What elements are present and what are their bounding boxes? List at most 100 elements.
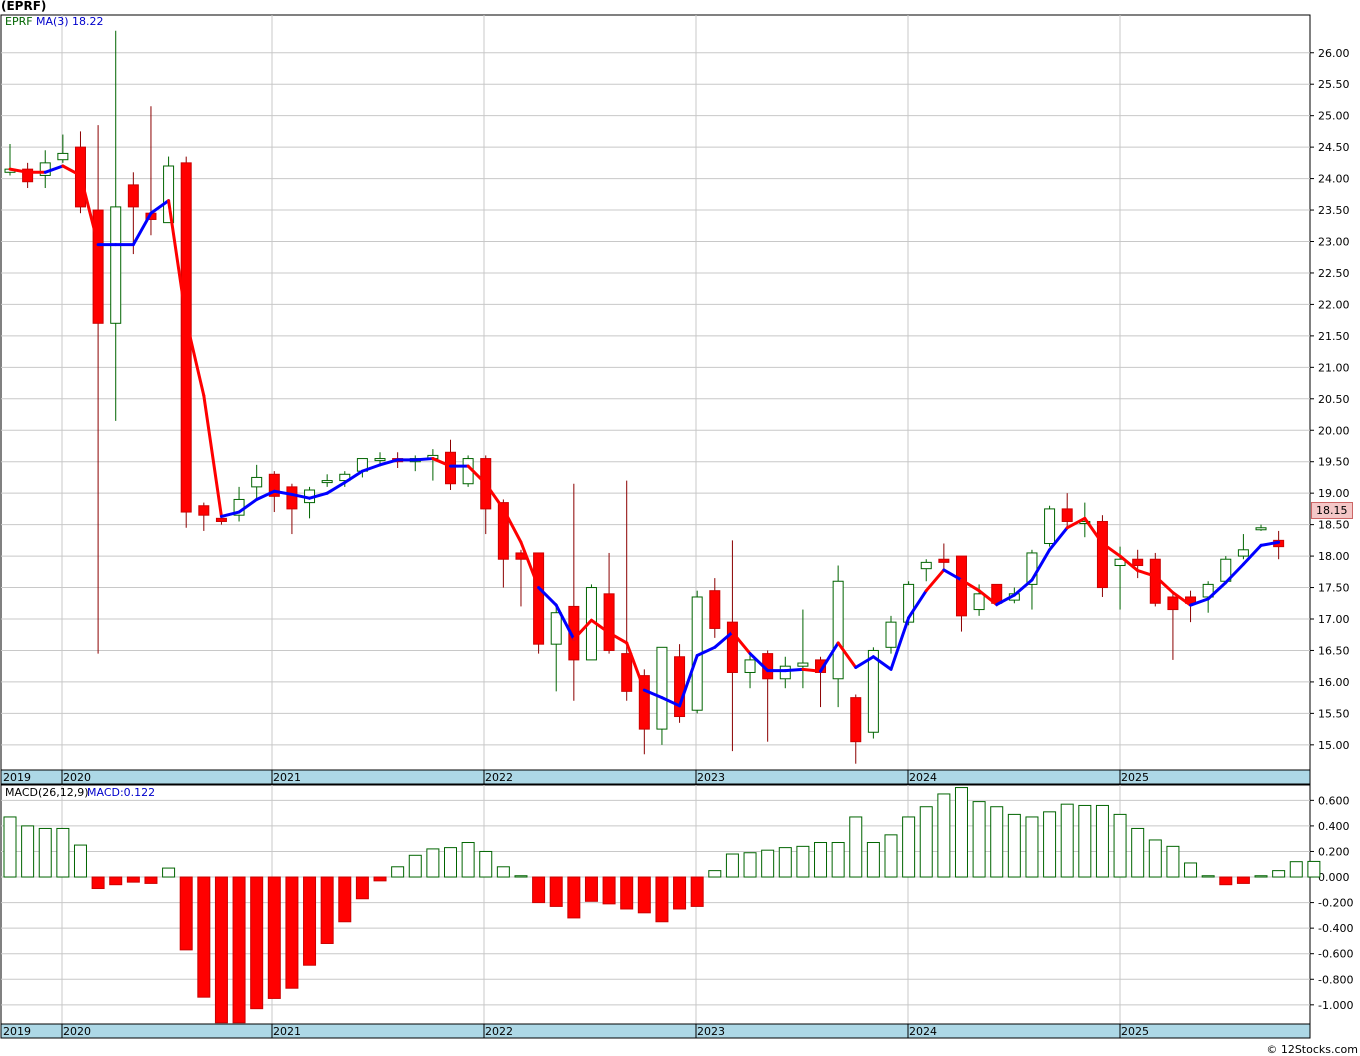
macd-bar [1060, 803, 1074, 878]
price-y-tick-label: 15.50 [1318, 707, 1350, 720]
macd-bar [849, 816, 863, 878]
candle-body-down [286, 486, 298, 510]
price-y-tick-label: 24.50 [1318, 141, 1350, 154]
macd-bar [496, 866, 510, 878]
macd-bar [1025, 816, 1039, 878]
macd-bar [1131, 827, 1145, 878]
copyright-footer: © 12Stocks.com [1266, 1043, 1358, 1056]
symbol-title: (EPRF) [1, 0, 47, 13]
macd-bar [91, 876, 105, 890]
candle-body-down [445, 451, 456, 485]
macd-y-tick-label: 0.600 [1318, 794, 1350, 807]
macd-bar [408, 854, 422, 878]
price-y-tick-label: 25.50 [1318, 78, 1350, 91]
macd-bar [73, 844, 87, 878]
candle-body-down [955, 555, 967, 617]
macd-bar [109, 876, 123, 886]
candle-body-down [215, 517, 227, 522]
macd-bar [637, 876, 651, 914]
macd-x-tick-label: 2024 [909, 1025, 937, 1038]
macd-bar [708, 870, 722, 878]
candle-body-down [1096, 520, 1108, 589]
macd-bar [866, 842, 880, 878]
candle-body-up [374, 458, 386, 462]
macd-bar [267, 876, 281, 999]
macd-bar [1219, 876, 1233, 886]
price-y-tick-label: 21.00 [1318, 361, 1350, 374]
candle-body-up [744, 659, 756, 673]
price-y-tick-label: 16.50 [1318, 644, 1350, 657]
macd-y-tick-label: -0.600 [1318, 948, 1353, 961]
ma-segment [413, 457, 435, 462]
macd-y-tick-label: -0.400 [1318, 922, 1353, 935]
macd-bar [1148, 839, 1162, 878]
macd-bar [1078, 804, 1092, 878]
macd-bar [514, 875, 528, 878]
macd-bar [1307, 860, 1321, 878]
macd-bar [250, 876, 264, 1010]
macd-bar [1184, 862, 1198, 878]
macd-bar [532, 876, 546, 904]
candle-body-up [1237, 549, 1249, 557]
candle-body-up [832, 580, 844, 680]
price-x-tick-label: 2020 [63, 771, 91, 784]
macd-x-axis-band [0, 1023, 1311, 1039]
candle-body-up [57, 152, 69, 161]
macd-bar [56, 827, 70, 878]
chart-canvas: 26.00 25.50 25.00 24.50 24.00 23.50 23.00 22.50… [0, 14, 1353, 1039]
macd-bar [1236, 876, 1250, 884]
price-y-tick-label: 16.00 [1318, 676, 1350, 689]
macd-bar [954, 787, 968, 878]
macd-bar [655, 876, 669, 923]
macd-y-tick-label: 0.400 [1318, 820, 1350, 833]
macd-bar [1095, 804, 1109, 878]
price-y-tick-label: 21.50 [1318, 330, 1350, 343]
candle-body-down [674, 656, 686, 718]
macd-bar [778, 847, 792, 878]
macd-bar [937, 793, 951, 878]
macd-bar [584, 876, 598, 902]
price-y-tick-label: 25.00 [1318, 110, 1350, 123]
macd-bar [1289, 861, 1303, 878]
price-x-axis-band [0, 769, 1311, 785]
price-x-tick-label: 2022 [485, 771, 513, 784]
macd-y-tick-label: 0.200 [1318, 845, 1350, 858]
candle-body-down [726, 621, 738, 673]
legend-macd: MACD(26,12,9) [5, 786, 89, 799]
candle-body-down [1132, 558, 1144, 567]
macd-y-tick-label: -0.200 [1318, 897, 1353, 910]
candle-body-up [251, 476, 263, 488]
macd-bar [972, 801, 986, 878]
macd-bar [303, 876, 317, 966]
macd-bar [444, 847, 457, 878]
candle-body-up [1044, 508, 1056, 545]
candle-body-down [198, 505, 210, 516]
price-y-tick-label: 23.00 [1318, 236, 1350, 249]
legend-ma: MA(3) [36, 15, 69, 28]
candle-body-up [550, 612, 562, 645]
macd-bar [285, 876, 299, 989]
macd-x-tick-label: 2025 [1121, 1025, 1149, 1038]
macd-bar [1254, 875, 1268, 878]
macd-bar [21, 825, 35, 878]
macd-bar [1113, 813, 1127, 878]
price-x-tick-label: 2019 [3, 771, 31, 784]
macd-bar [126, 876, 140, 883]
price-y-tick-label: 18.50 [1318, 519, 1350, 532]
candle-body-up [867, 649, 879, 733]
macd-bar [320, 876, 334, 944]
macd-y-tick-label: -1.000 [1318, 999, 1353, 1012]
candle-body-up [110, 206, 122, 324]
macd-x-tick-label: 2020 [63, 1025, 91, 1038]
macd-x-tick-label: 2023 [697, 1025, 725, 1038]
candle-body-down [709, 590, 721, 629]
macd-bar [426, 848, 440, 878]
macd-bar [725, 853, 739, 878]
macd-bar [814, 842, 828, 878]
macd-bar [373, 876, 387, 882]
price-x-tick-label: 2021 [273, 771, 301, 784]
candle-body-up [797, 662, 809, 667]
chart-root: 26.00 25.50 25.00 24.50 24.00 23.50 23.00 22.50… [0, 0, 1360, 1056]
price-y-tick-label: 17.50 [1318, 582, 1350, 595]
price-panel-frame [0, 14, 1311, 771]
